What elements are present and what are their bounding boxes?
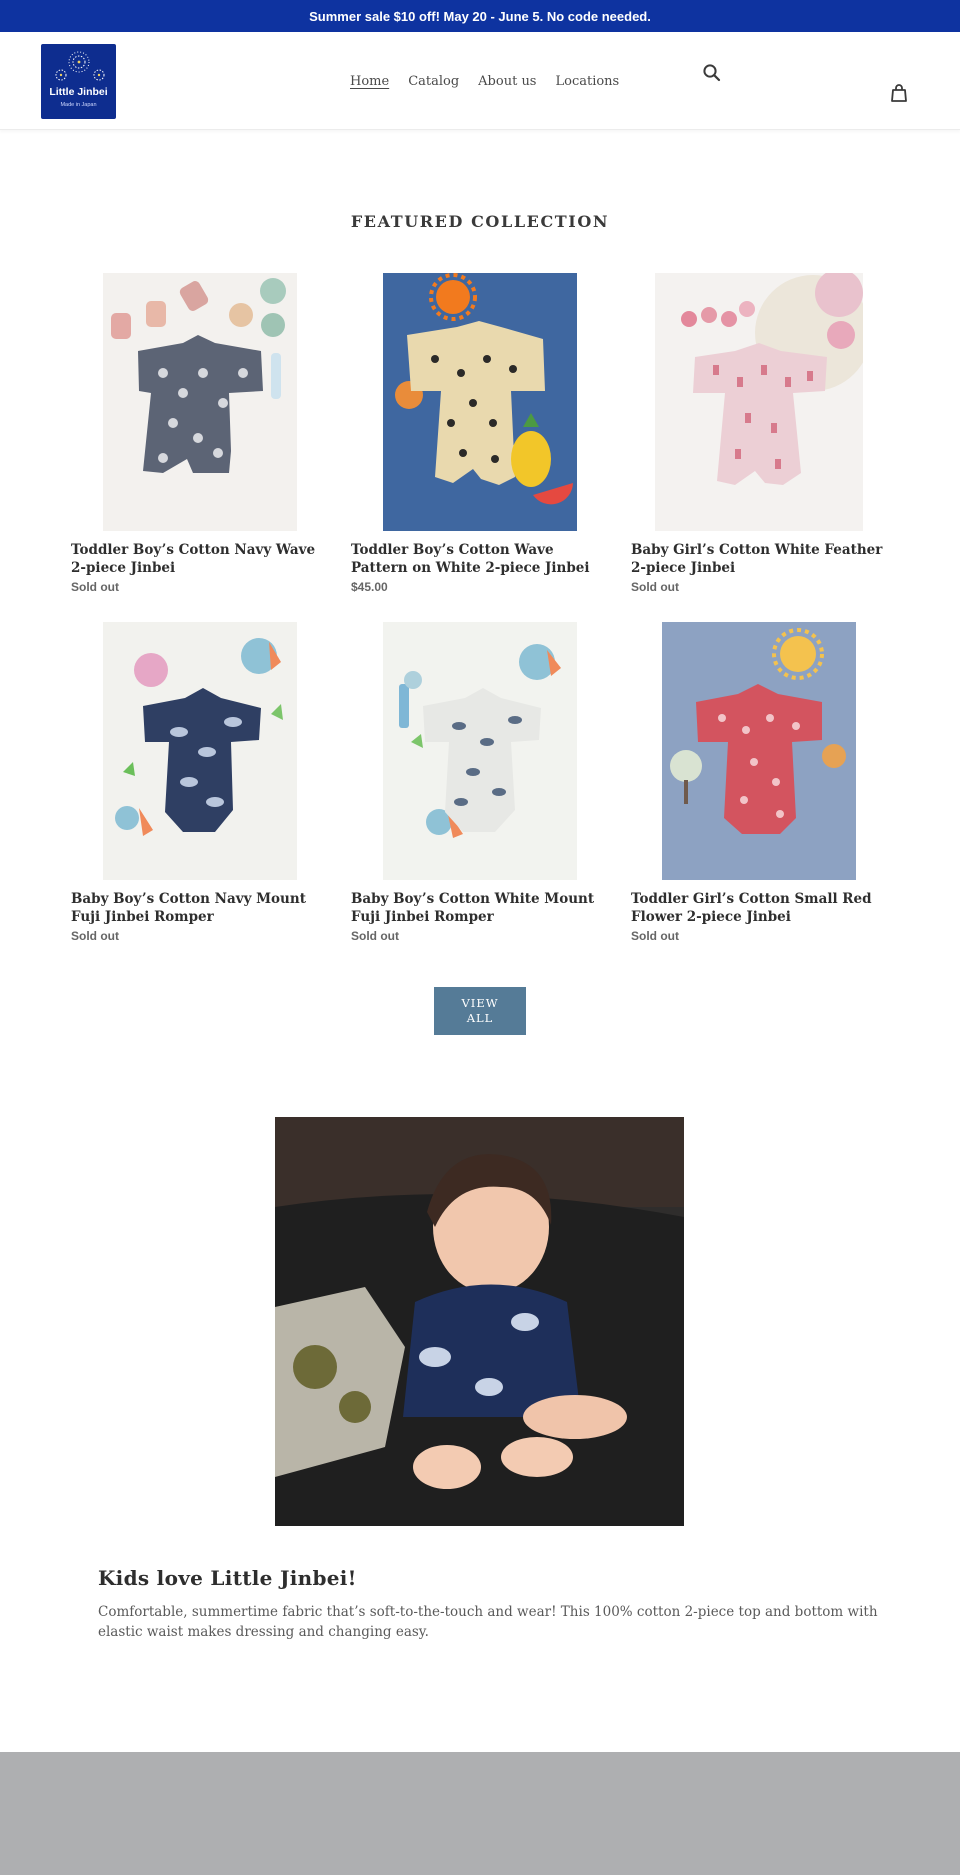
product-image[interactable] xyxy=(631,622,891,880)
product-title[interactable]: Toddler Boy’s Cotton Wave Pattern on Whi… xyxy=(351,541,611,577)
view-all-button[interactable]: VIEW ALL xyxy=(434,987,526,1035)
product-price: Sold out xyxy=(351,929,399,943)
product-photo xyxy=(115,638,283,836)
product-image[interactable] xyxy=(351,622,611,880)
site-footer xyxy=(0,1752,960,1875)
cart-button[interactable] xyxy=(888,82,910,104)
site-header: Little Jinbei Made in Japan Home Catalog… xyxy=(0,32,960,130)
product-title[interactable]: Baby Boy’s Cotton White Mount Fuji Jinbe… xyxy=(351,890,611,926)
product-photo xyxy=(395,273,573,505)
product-price: Sold out xyxy=(631,929,679,943)
product-photo xyxy=(681,273,863,485)
product-price: Sold out xyxy=(631,580,679,594)
product-title[interactable]: Toddler Girl’s Cotton Small Red Flower 2… xyxy=(631,890,891,926)
logo-tagline: Made in Japan xyxy=(60,102,97,108)
logo-text: Little Jinbei xyxy=(49,86,108,98)
product-price: $45.00 xyxy=(351,580,388,594)
baby-photo xyxy=(275,1117,684,1526)
product-photo xyxy=(670,628,846,834)
product-photo xyxy=(399,644,561,838)
cart-icon xyxy=(891,84,907,102)
announcement-text: Summer sale $10 off! May 20 - June 5. No… xyxy=(309,8,651,24)
nav-catalog[interactable]: Catalog xyxy=(408,72,459,92)
product-image[interactable] xyxy=(631,273,891,531)
section-title: FEATURED COLLECTION xyxy=(350,212,610,231)
product-title[interactable]: Toddler Boy’s Cotton Navy Wave 2-piece J… xyxy=(71,541,331,577)
product-image[interactable] xyxy=(71,622,331,880)
search-icon xyxy=(703,64,721,82)
announcement-bar: Summer sale $10 off! May 20 - June 5. No… xyxy=(0,0,960,32)
product-price: Sold out xyxy=(71,929,119,943)
product-photo xyxy=(111,278,286,473)
product-image[interactable] xyxy=(71,273,331,531)
nav-locations[interactable]: Locations xyxy=(555,72,619,92)
product-title[interactable]: Baby Girl’s Cotton White Feather 2-piece… xyxy=(631,541,891,577)
search-button[interactable] xyxy=(701,62,723,84)
product-price: Sold out xyxy=(71,580,119,594)
product-image[interactable] xyxy=(351,273,611,531)
product-title[interactable]: Baby Boy’s Cotton Navy Mount Fuji Jinbei… xyxy=(71,890,331,926)
feature-body: Comfortable, summertime fabric that’s so… xyxy=(98,1604,878,1640)
nav-home[interactable]: Home xyxy=(350,72,389,92)
feature-heading: Kids love Little Jinbei! xyxy=(98,1566,357,1590)
nav-about-us[interactable]: About us xyxy=(478,72,536,92)
main-nav: Home Catalog About us Locations xyxy=(350,72,619,92)
feature-image xyxy=(275,1117,684,1526)
logo[interactable]: Little Jinbei Made in Japan xyxy=(41,44,116,119)
